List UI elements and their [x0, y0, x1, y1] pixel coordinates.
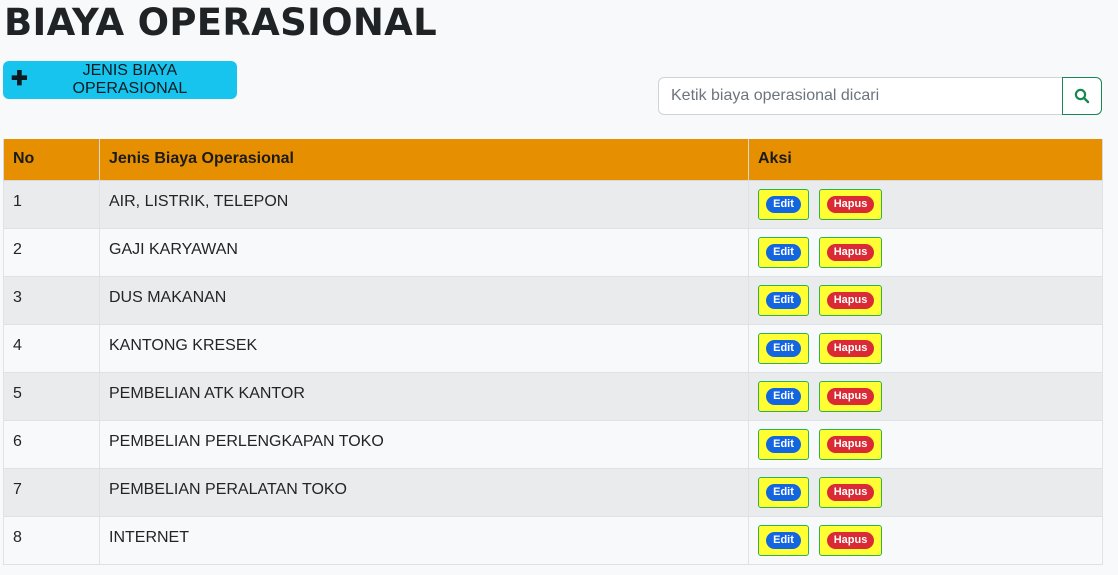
- table-row: 5 PEMBELIAN ATK KANTOR Edit Hapus: [3, 371, 1103, 421]
- edit-label: Edit: [766, 195, 801, 213]
- header-actions: Aksi: [748, 139, 1103, 181]
- delete-label: Hapus: [826, 483, 875, 501]
- row-number: 8: [3, 515, 100, 565]
- row-number: 5: [3, 371, 100, 421]
- expense-types-table: No Jenis Biaya Operasional Aksi 1 AIR, LI…: [3, 139, 1103, 565]
- delete-label: Hapus: [826, 531, 875, 549]
- edit-label: Edit: [766, 483, 801, 501]
- delete-label: Hapus: [826, 339, 875, 357]
- delete-label: Hapus: [826, 243, 875, 261]
- add-button-label: JENIS BIAYA OPERASIONAL: [72, 62, 188, 97]
- edit-label: Edit: [766, 387, 801, 405]
- row-expense-type: DUS MAKANAN: [99, 275, 749, 325]
- add-expense-type-button[interactable]: ✚ JENIS BIAYA OPERASIONAL: [3, 61, 237, 99]
- delete-label: Hapus: [826, 195, 875, 213]
- row-expense-type: KANTONG KRESEK: [99, 323, 749, 373]
- table-row: 8 INTERNET Edit Hapus: [3, 515, 1103, 565]
- page-title: BIAYA OPERASIONAL: [4, 1, 437, 44]
- row-actions: Edit Hapus: [748, 515, 1103, 565]
- edit-button[interactable]: Edit: [758, 188, 809, 220]
- search-icon: [1074, 88, 1090, 104]
- row-number: 4: [3, 323, 100, 373]
- row-actions: Edit Hapus: [748, 323, 1103, 373]
- delete-button[interactable]: Hapus: [819, 236, 882, 268]
- search-button[interactable]: [1062, 77, 1102, 115]
- table-row: 2 GAJI KARYAWAN Edit Hapus: [3, 227, 1103, 277]
- edit-button[interactable]: Edit: [758, 476, 809, 508]
- row-actions: Edit Hapus: [748, 275, 1103, 325]
- row-number: 1: [3, 179, 100, 229]
- delete-button[interactable]: Hapus: [819, 428, 882, 460]
- edit-button[interactable]: Edit: [758, 380, 809, 412]
- edit-label: Edit: [766, 435, 801, 453]
- table-header-row: No Jenis Biaya Operasional Aksi: [3, 139, 1103, 181]
- delete-button[interactable]: Hapus: [819, 284, 882, 316]
- table-row: 1 AIR, LISTRIK, TELEPON Edit Hapus: [3, 179, 1103, 229]
- table-row: 3 DUS MAKANAN Edit Hapus: [3, 275, 1103, 325]
- delete-button[interactable]: Hapus: [819, 332, 882, 364]
- edit-button[interactable]: Edit: [758, 524, 809, 556]
- row-expense-type: PEMBELIAN PERLENGKAPAN TOKO: [99, 419, 749, 469]
- header-no: No: [3, 139, 100, 181]
- plus-icon: ✚: [11, 68, 28, 90]
- table-row: 4 KANTONG KRESEK Edit Hapus: [3, 323, 1103, 373]
- row-expense-type: GAJI KARYAWAN: [99, 227, 749, 277]
- row-actions: Edit Hapus: [748, 467, 1103, 517]
- search-bar: [658, 77, 1102, 115]
- edit-button[interactable]: Edit: [758, 428, 809, 460]
- edit-label: Edit: [766, 339, 801, 357]
- delete-button[interactable]: Hapus: [819, 524, 882, 556]
- row-expense-type: PEMBELIAN PERALATAN TOKO: [99, 467, 749, 517]
- edit-button[interactable]: Edit: [758, 332, 809, 364]
- edit-label: Edit: [766, 243, 801, 261]
- row-number: 2: [3, 227, 100, 277]
- delete-button[interactable]: Hapus: [819, 380, 882, 412]
- row-actions: Edit Hapus: [748, 179, 1103, 229]
- header-expense-type: Jenis Biaya Operasional: [99, 139, 749, 181]
- delete-label: Hapus: [826, 435, 875, 453]
- edit-button[interactable]: Edit: [758, 236, 809, 268]
- delete-button[interactable]: Hapus: [819, 476, 882, 508]
- row-number: 3: [3, 275, 100, 325]
- row-number: 7: [3, 467, 100, 517]
- edit-label: Edit: [766, 291, 801, 309]
- search-input[interactable]: [658, 77, 1062, 115]
- row-expense-type: PEMBELIAN ATK KANTOR: [99, 371, 749, 421]
- delete-label: Hapus: [826, 387, 875, 405]
- row-actions: Edit Hapus: [748, 227, 1103, 277]
- delete-button[interactable]: Hapus: [819, 188, 882, 220]
- edit-label: Edit: [766, 531, 801, 549]
- edit-button[interactable]: Edit: [758, 284, 809, 316]
- row-actions: Edit Hapus: [748, 419, 1103, 469]
- row-number: 6: [3, 419, 100, 469]
- table-row: 6 PEMBELIAN PERLENGKAPAN TOKO Edit Hapus: [3, 419, 1103, 469]
- delete-label: Hapus: [826, 291, 875, 309]
- row-expense-type: AIR, LISTRIK, TELEPON: [99, 179, 749, 229]
- table-row: 7 PEMBELIAN PERALATAN TOKO Edit Hapus: [3, 467, 1103, 517]
- row-actions: Edit Hapus: [748, 371, 1103, 421]
- row-expense-type: INTERNET: [99, 515, 749, 565]
